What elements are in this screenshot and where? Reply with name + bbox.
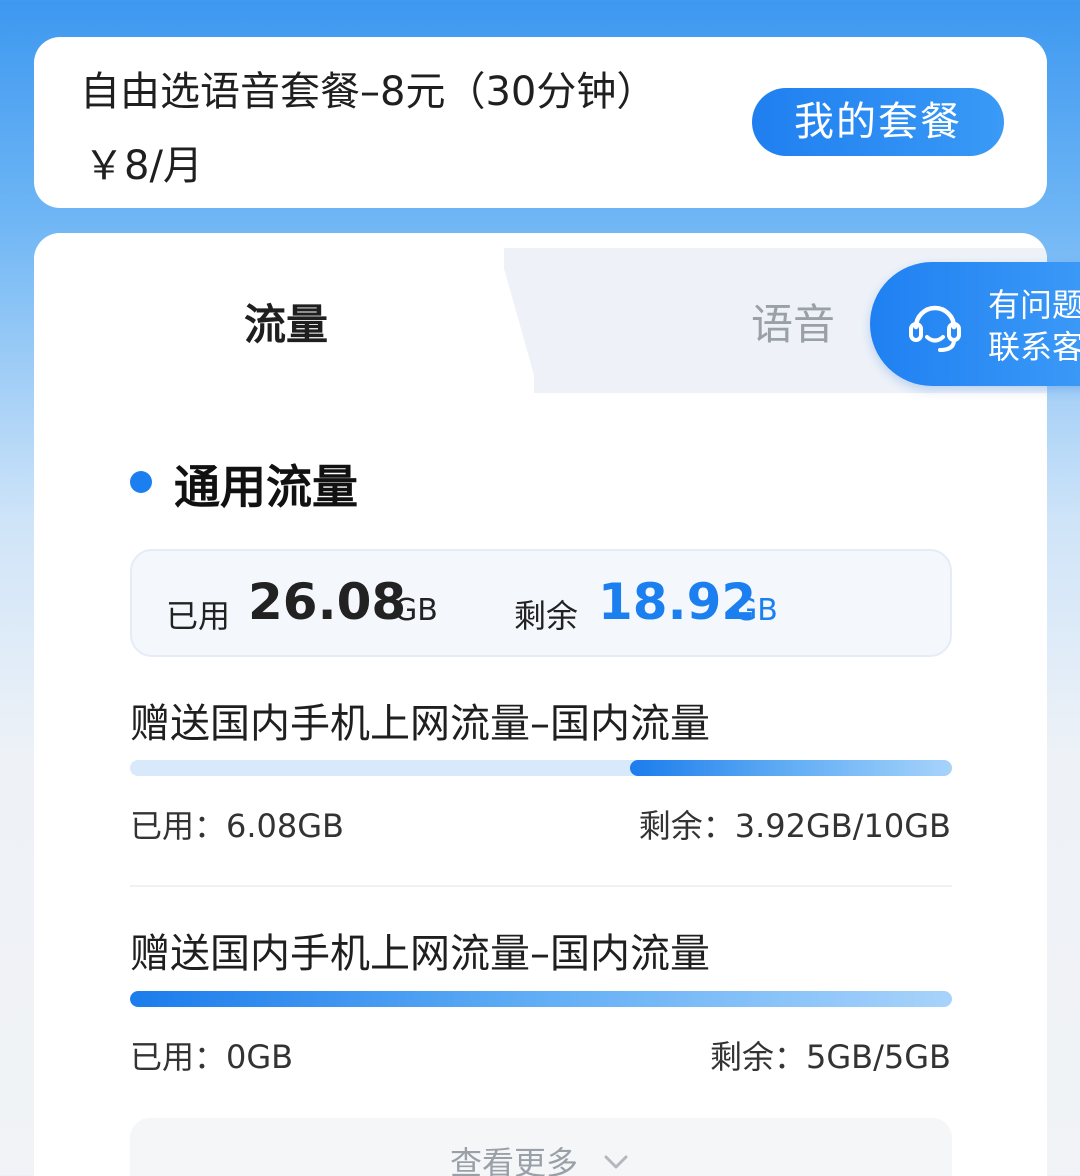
section-dot: [130, 471, 152, 493]
tab-data[interactable]: 流量: [244, 291, 328, 352]
customer-service-line1: 有问题: [988, 286, 1080, 324]
plan-card: 自由选语音套餐–8元（30分钟） ￥8/月 我的套餐: [34, 37, 1047, 208]
customer-service-label: 有问题 联系客: [988, 284, 1080, 368]
plan-price: ￥8/月: [84, 143, 203, 189]
package-used: 已用：6.08GB: [130, 807, 345, 845]
plan-name: 自由选语音套餐–8元（30分钟）: [80, 69, 657, 115]
customer-service-line2: 联系客: [988, 328, 1080, 366]
tab-voice[interactable]: 语音: [751, 291, 835, 352]
customer-service-button[interactable]: 有问题 联系客: [870, 262, 1080, 386]
package-remaining: 剩余：3.92GB/10GB: [638, 807, 951, 845]
summary-used-label: 已用: [166, 597, 231, 635]
package-used: 已用：0GB: [130, 1038, 294, 1076]
summary-remaining-value: 18.92: [598, 573, 757, 631]
package-remaining: 剩余：5GB/5GB: [709, 1038, 951, 1076]
package-progress-fill: [629, 760, 952, 776]
package-progress-bar: [130, 760, 952, 776]
package-item-title: 赠送国内手机上网流量–国内流量: [130, 931, 710, 977]
summary-remaining-unit: GB: [734, 593, 778, 628]
usage-summary: 已用 26.08 GB 剩余 18.92 GB: [130, 549, 952, 657]
summary-remaining-label: 剩余: [514, 597, 579, 635]
chevron-down-icon: [604, 1155, 628, 1169]
package-progress-bar: [130, 991, 952, 1007]
package-item-title: 赠送国内手机上网流量–国内流量: [130, 701, 710, 747]
summary-used-unit: GB: [394, 593, 438, 628]
section-title: 通用流量: [174, 460, 358, 514]
package-progress-fill: [130, 991, 952, 1007]
view-more-button[interactable]: 查看更多: [130, 1118, 952, 1176]
divider: [130, 885, 952, 887]
view-more-label: 查看更多: [450, 1144, 579, 1176]
headset-icon: [909, 305, 961, 352]
summary-used-value: 26.08: [248, 573, 407, 631]
my-plan-button[interactable]: 我的套餐: [752, 88, 1004, 156]
